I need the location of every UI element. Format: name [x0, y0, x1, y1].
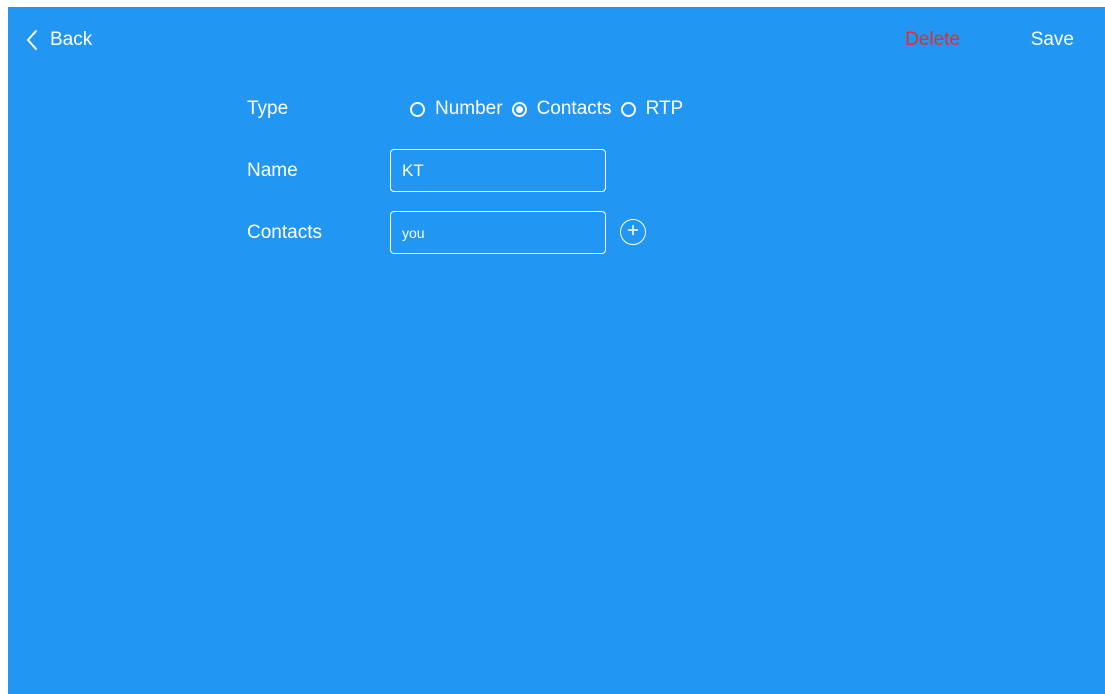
plus-icon	[627, 223, 639, 241]
back-button[interactable]: Back	[26, 26, 92, 54]
type-option-number[interactable]: Number	[410, 98, 503, 120]
add-contact-button[interactable]	[620, 219, 646, 245]
contacts-label: Contacts	[247, 222, 322, 243]
type-option-contacts[interactable]: Contacts	[511, 98, 612, 120]
type-label: Type	[247, 98, 289, 119]
radio-unselected-icon	[410, 101, 425, 117]
name-label: Name	[247, 160, 298, 181]
delete-button[interactable]: Delete	[905, 26, 960, 54]
type-option-label: RTP	[645, 98, 684, 119]
type-option-rtp[interactable]: RTP	[620, 98, 684, 120]
type-radio-group: Number Contacts RTP	[410, 95, 692, 123]
type-option-label: Contacts	[536, 98, 612, 119]
radio-unselected-icon	[620, 101, 636, 117]
radio-selected-icon	[511, 101, 527, 117]
type-option-label: Number	[435, 98, 503, 119]
back-label: Back	[50, 29, 93, 50]
contacts-field[interactable]	[390, 211, 606, 254]
save-button[interactable]: Save	[1031, 26, 1074, 54]
edit-screen: Back Delete Save Type Number Contacts RT…	[8, 7, 1105, 694]
name-field[interactable]	[390, 149, 606, 192]
chevron-left-icon	[26, 29, 38, 51]
